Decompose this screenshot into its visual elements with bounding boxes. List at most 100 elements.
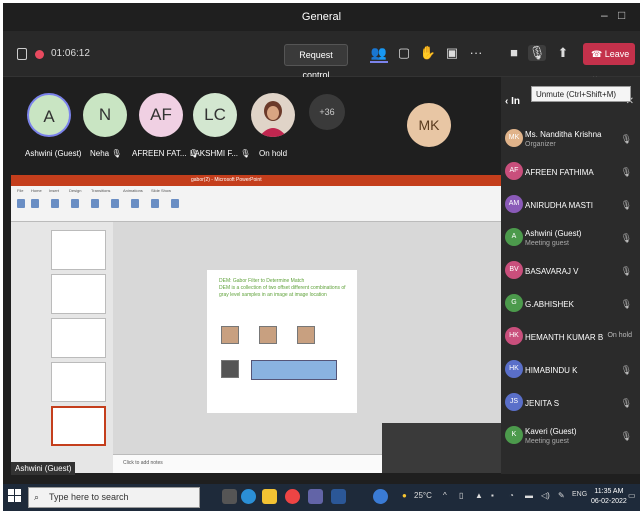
word-icon[interactable] (331, 489, 346, 504)
participant-row[interactable]: G G.ABHISHEK 🎙 (501, 288, 640, 320)
more-options-icon[interactable]: ··· (467, 45, 485, 60)
phone-icon: ☎ (591, 49, 605, 59)
participant-row[interactable]: JS JENITA S 🎙 (501, 387, 640, 419)
participant-strip: A Ashwini (Guest) N Neha 🎙 AF AFREEN FAT… (3, 77, 503, 172)
slide-thumb (51, 362, 106, 402)
slide: DEM: Gabor Filter to Determine Match DEM… (207, 270, 357, 413)
windows-taskbar: ⌕ Type here to search ● 25°C ^ ▯ ▲ ▪ ◔ ▬… (3, 484, 640, 511)
participant-row[interactable]: AM ANIRUDHA MASTI 🎙 (501, 189, 640, 221)
participant-label-4: On hold (259, 149, 288, 158)
network-icon[interactable]: ◔ (509, 491, 514, 500)
request-control-button[interactable]: Request control (284, 44, 348, 80)
participant-label-1: Neha 🎙 (90, 149, 122, 158)
participant-label-0: Ashwini (Guest) (25, 149, 82, 158)
participant-row[interactable]: K Kaveri (Guest) Meeting guest 🎙 (501, 420, 640, 452)
self-video-preview (382, 423, 501, 473)
share-content-icon[interactable]: ⬆ (554, 45, 572, 61)
file-explorer-icon[interactable] (262, 489, 277, 504)
participant-row[interactable]: HK HIMABINDU K 🎙 (501, 354, 640, 386)
participant-row[interactable]: A Ashwini (Guest) Meeting guest 🎙 (501, 222, 640, 254)
slide-thumb (51, 318, 106, 358)
presenter-label: Ashwini (Guest) (11, 462, 76, 475)
mic-muted-icon[interactable]: 🎙 (528, 45, 546, 61)
ribbon-button-icon (171, 199, 179, 208)
task-view-icon[interactable] (222, 489, 237, 504)
mic-muted-icon: 🎙 (620, 134, 632, 144)
app-icon[interactable] (373, 489, 388, 504)
maximize-button[interactable]: □ (618, 8, 625, 22)
slide-body: DEM is a collection of two offset differ… (219, 285, 346, 298)
participant-role: Meeting guest (525, 240, 569, 247)
organizer-avatar: MK (407, 103, 451, 147)
participant-row[interactable]: MK Ms. Nanditha Krishna Organizer 🎙 (501, 123, 640, 155)
reactions-icon[interactable]: ✋ (419, 45, 437, 61)
mic-muted-icon: 🎙 (111, 149, 122, 158)
shared-screen: gabor(2) - Microsoft PowerPoint File Hom… (11, 175, 501, 473)
ribbon-tab: Animations (123, 188, 143, 193)
ppt-ribbon: File Home Insert Design Transitions Anim… (11, 186, 501, 222)
mic-muted-icon: 🎙 (240, 149, 251, 158)
shield-icon (17, 48, 27, 60)
participant-avatar: MK (505, 129, 523, 147)
chat-icon[interactable]: ▢ (395, 45, 413, 61)
tray-icon[interactable]: ▲ (475, 491, 483, 500)
avatar-initials: AF (150, 105, 172, 124)
participant-role: Organizer (525, 141, 556, 148)
participant-avatar-0[interactable]: A (27, 93, 71, 137)
edge-icon[interactable] (241, 489, 256, 504)
participant-avatar-4[interactable] (251, 93, 295, 137)
face-image (221, 326, 239, 344)
camera-off-icon[interactable]: ■ (505, 45, 523, 60)
mic-muted-icon: 🎙 (620, 233, 632, 243)
participant-name: JENITA S (525, 399, 560, 408)
slide-canvas: DEM: Gabor Filter to Determine Match DEM… (113, 222, 501, 454)
participant-avatar-1[interactable]: N (83, 93, 127, 137)
slide-thumb (51, 230, 106, 270)
participant-avatar-2[interactable]: AF (139, 93, 183, 137)
participant-name: HIMABINDU K (525, 366, 578, 375)
windows-start-button[interactable] (8, 489, 22, 503)
avatar-initials: N (98, 105, 112, 124)
participant-avatar-3[interactable]: LC (193, 93, 237, 137)
search-icon: ⌕ (34, 492, 40, 502)
ribbon-button-icon (17, 199, 25, 208)
teams-icon[interactable] (308, 489, 323, 504)
participant-row[interactable]: HK HEMANTH KUMAR B On hold (501, 321, 640, 353)
tray-icon[interactable]: ▯ (459, 491, 463, 500)
ribbon-button-icon (91, 199, 99, 208)
leave-button[interactable]: ☎ Leave ⌄ (583, 43, 635, 81)
more-participants-button[interactable]: +36 (309, 94, 345, 130)
notifications-icon[interactable]: ▭ (628, 491, 636, 500)
rooms-icon[interactable]: ▣ (443, 45, 461, 61)
tray-icon[interactable]: ▪ (491, 491, 494, 500)
participant-row[interactable]: BV BASAVARAJ V 🎙 (501, 255, 640, 287)
participant-row[interactable]: AF AFREEN FATHIMA 🎙 (501, 156, 640, 188)
ribbon-button-icon (111, 199, 119, 208)
tray-overflow-icon[interactable]: ^ (443, 491, 447, 500)
participants-panel: ‹ In ✕ MKMs. Nanditha KrishnaOrganizer🎙A… (501, 77, 640, 474)
title-bar: General – □ (3, 3, 640, 31)
participant-avatar: BV (505, 261, 523, 279)
people-icon[interactable]: 👥 (370, 45, 388, 63)
minimize-button[interactable]: – (601, 8, 608, 22)
volume-icon[interactable]: ◁) (541, 491, 550, 500)
language-indicator[interactable]: ENG (572, 491, 587, 498)
participant-avatar: HK (505, 360, 523, 378)
participant-name: HEMANTH KUMAR B (525, 333, 604, 342)
participant-label-2: AFREEN FAT... 🎙 (132, 149, 199, 158)
participant-avatar: AF (505, 162, 523, 180)
taskbar-clock[interactable]: 11:35 AM 06-02-2022 (591, 487, 627, 507)
mic-muted-icon: 🎙 (620, 398, 632, 408)
chrome-icon[interactable] (285, 489, 300, 504)
temperature: 25°C (414, 491, 432, 500)
taskbar-search-input[interactable]: ⌕ Type here to search (28, 487, 200, 508)
slide-thumb-active (51, 406, 106, 446)
mic-muted-icon: 🎙 (620, 167, 632, 177)
leave-label: Leave (604, 49, 630, 59)
pen-icon[interactable]: ✎ (558, 491, 565, 500)
battery-icon[interactable]: ▬ (525, 491, 533, 500)
ribbon-button-icon (31, 199, 39, 208)
participant-name: LAKSHMI F... (190, 149, 239, 158)
participant-avatar: K (505, 426, 523, 444)
ribbon-button-icon (151, 199, 159, 208)
